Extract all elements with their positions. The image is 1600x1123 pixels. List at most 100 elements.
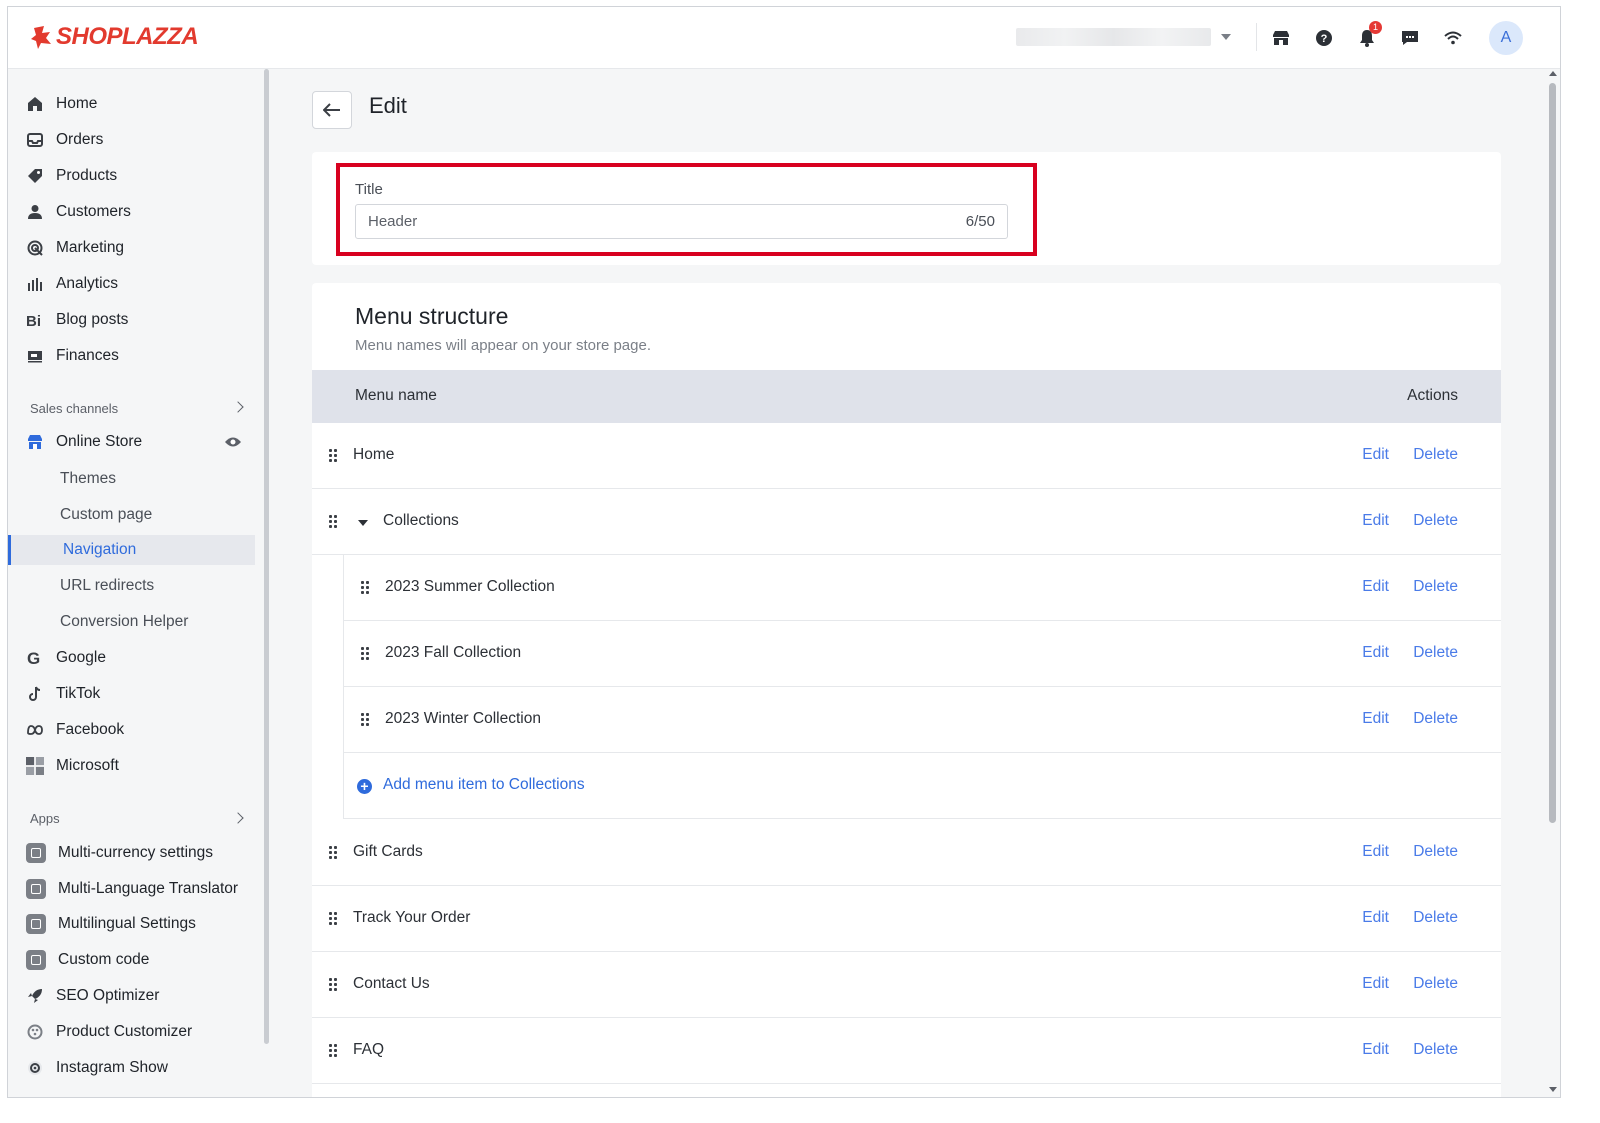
sidebar-item-home[interactable]: Home — [26, 89, 97, 119]
main-scrollbar-thumb[interactable] — [1549, 83, 1556, 823]
menu-row-child: 2023 Winter Collection Edit Delete — [343, 687, 1501, 753]
sidebar-subitem-conversion-helper[interactable]: Conversion Helper — [60, 607, 188, 637]
edit-link[interactable]: Edit — [1362, 1041, 1389, 1059]
scroll-up-icon[interactable] — [1549, 71, 1557, 76]
menu-structure-card: Menu structure Menu names will appear on… — [312, 283, 1501, 1097]
sidebar-item-label: Customers — [56, 203, 131, 220]
edit-link[interactable]: Edit — [1362, 446, 1389, 464]
sidebar-item-microsoft[interactable]: Microsoft — [26, 751, 119, 781]
sidebar-item-customers[interactable]: Customers — [26, 197, 131, 227]
sidebar-item-online-store[interactable]: Online Store — [26, 427, 142, 457]
sidebar-item-label: Multilingual Settings — [58, 915, 196, 932]
sidebar-app-custom-code[interactable]: Custom code — [26, 945, 149, 975]
finance-icon — [26, 347, 44, 365]
sidebar-item-label: SEO Optimizer — [56, 987, 160, 1004]
title-input[interactable]: Header 6/50 — [355, 204, 1008, 239]
sidebar-item-analytics[interactable]: Analytics — [26, 269, 118, 299]
sidebar-app-multilingual-settings[interactable]: Multilingual Settings — [26, 909, 196, 939]
delete-link[interactable]: Delete — [1413, 975, 1458, 993]
drag-handle-icon[interactable] — [329, 912, 337, 925]
delete-link[interactable]: Delete — [1413, 909, 1458, 927]
sidebar-app-seo-optimizer[interactable]: SEO Optimizer — [26, 981, 159, 1011]
sidebar-item-facebook[interactable]: Facebook — [26, 715, 124, 745]
sidebar-item-label: Google — [56, 649, 106, 666]
page-title: Edit — [369, 93, 407, 118]
drag-handle-icon[interactable] — [329, 978, 337, 991]
sidebar-item-label: Marketing — [56, 239, 125, 256]
add-menu-item-row[interactable]: + Add menu item to Collections — [343, 753, 1501, 819]
sidebar-subitem-navigation[interactable]: Navigation — [8, 535, 255, 565]
delete-link[interactable]: Delete — [1413, 1041, 1458, 1059]
home-icon — [26, 95, 44, 113]
drag-handle-icon[interactable] — [329, 515, 337, 528]
sidebar-app-multi-language-translator[interactable]: Multi-Language Translator — [26, 874, 238, 904]
sidebar-item-label: Microsoft — [56, 757, 119, 774]
sidebar-app-product-customizer[interactable]: Product Customizer — [26, 1017, 192, 1047]
chevron-right-icon[interactable] — [232, 401, 244, 413]
svg-text:?: ? — [1321, 33, 1328, 45]
menu-row-gift-cards: Gift Cards Edit Delete — [312, 820, 1501, 886]
store-selector[interactable] — [1016, 28, 1231, 46]
sidebar-item-tiktok[interactable]: TikTok — [26, 679, 100, 709]
avatar[interactable]: A — [1489, 21, 1523, 55]
scroll-down-icon[interactable] — [1549, 1087, 1557, 1092]
edit-link[interactable]: Edit — [1362, 843, 1389, 861]
sidebar-item-label: Multi-currency settings — [58, 844, 214, 861]
edit-link[interactable]: Edit — [1362, 512, 1389, 530]
tag-icon — [26, 167, 44, 185]
edit-link[interactable]: Edit — [1362, 578, 1389, 596]
sidebar-subitem-custom-page[interactable]: Custom page — [60, 500, 152, 530]
notification-badge: 1 — [1369, 21, 1382, 34]
person-icon — [26, 203, 44, 221]
edit-link[interactable]: Edit — [1362, 644, 1389, 662]
drag-handle-icon[interactable] — [329, 846, 337, 859]
caret-down-icon[interactable] — [358, 520, 368, 526]
logo[interactable]: SHOPLAZZA — [30, 23, 199, 51]
delete-link[interactable]: Delete — [1413, 843, 1458, 861]
sidebar-item-label: Instagram Show — [56, 1059, 168, 1076]
edit-link[interactable]: Edit — [1362, 710, 1389, 728]
sidebar-item-label: Finances — [56, 347, 119, 364]
logo-icon — [31, 26, 51, 49]
drag-handle-icon[interactable] — [329, 449, 337, 462]
drag-handle-icon[interactable] — [361, 713, 369, 726]
title-field-label: Title — [355, 181, 383, 198]
sidebar-item-google[interactable]: G Google — [26, 643, 106, 673]
delete-link[interactable]: Delete — [1413, 644, 1458, 662]
column-header-actions: Actions — [1407, 387, 1458, 404]
wifi-icon[interactable] — [1442, 21, 1464, 55]
drag-handle-icon[interactable] — [361, 581, 369, 594]
drag-handle-icon[interactable] — [329, 1044, 337, 1057]
chevron-right-icon[interactable] — [232, 812, 244, 824]
add-menu-item-link[interactable]: Add menu item to Collections — [383, 776, 585, 794]
blog-icon: Bi — [26, 311, 44, 329]
store-icon[interactable] — [1270, 21, 1292, 55]
sidebar-subitem-themes[interactable]: Themes — [60, 464, 116, 494]
menu-row-track-your-order: Track Your Order Edit Delete — [312, 886, 1501, 952]
sidebar-item-marketing[interactable]: Marketing — [26, 233, 124, 263]
sidebar-app-instagram-show[interactable]: Instagram Show — [26, 1053, 168, 1083]
help-icon[interactable]: ? — [1313, 21, 1335, 55]
bell-icon[interactable]: 1 — [1356, 21, 1382, 55]
delete-link[interactable]: Delete — [1413, 578, 1458, 596]
drag-handle-icon[interactable] — [361, 647, 369, 660]
sidebar-item-products[interactable]: Products — [26, 161, 117, 191]
sidebar-subitem-url-redirects[interactable]: URL redirects — [60, 571, 154, 601]
sidebar-scrollbar[interactable] — [264, 69, 269, 1044]
edit-link[interactable]: Edit — [1362, 909, 1389, 927]
sidebar-item-finances[interactable]: Finances — [26, 341, 119, 371]
delete-link[interactable]: Delete — [1413, 512, 1458, 530]
sidebar-item-orders[interactable]: Orders — [26, 125, 103, 155]
sidebar-app-multi-currency[interactable]: Multi-currency settings — [26, 838, 213, 868]
inbox-icon — [26, 131, 44, 149]
chat-icon[interactable] — [1399, 21, 1421, 55]
sidebar-item-blog-posts[interactable]: Bi Blog posts — [26, 305, 128, 335]
meta-icon — [26, 721, 44, 739]
store-icon — [26, 433, 44, 451]
delete-link[interactable]: Delete — [1413, 710, 1458, 728]
edit-link[interactable]: Edit — [1362, 975, 1389, 993]
menu-row-child: 2023 Summer Collection Edit Delete — [343, 555, 1501, 621]
back-button[interactable] — [312, 91, 352, 129]
delete-link[interactable]: Delete — [1413, 446, 1458, 464]
eye-icon[interactable] — [224, 435, 242, 452]
